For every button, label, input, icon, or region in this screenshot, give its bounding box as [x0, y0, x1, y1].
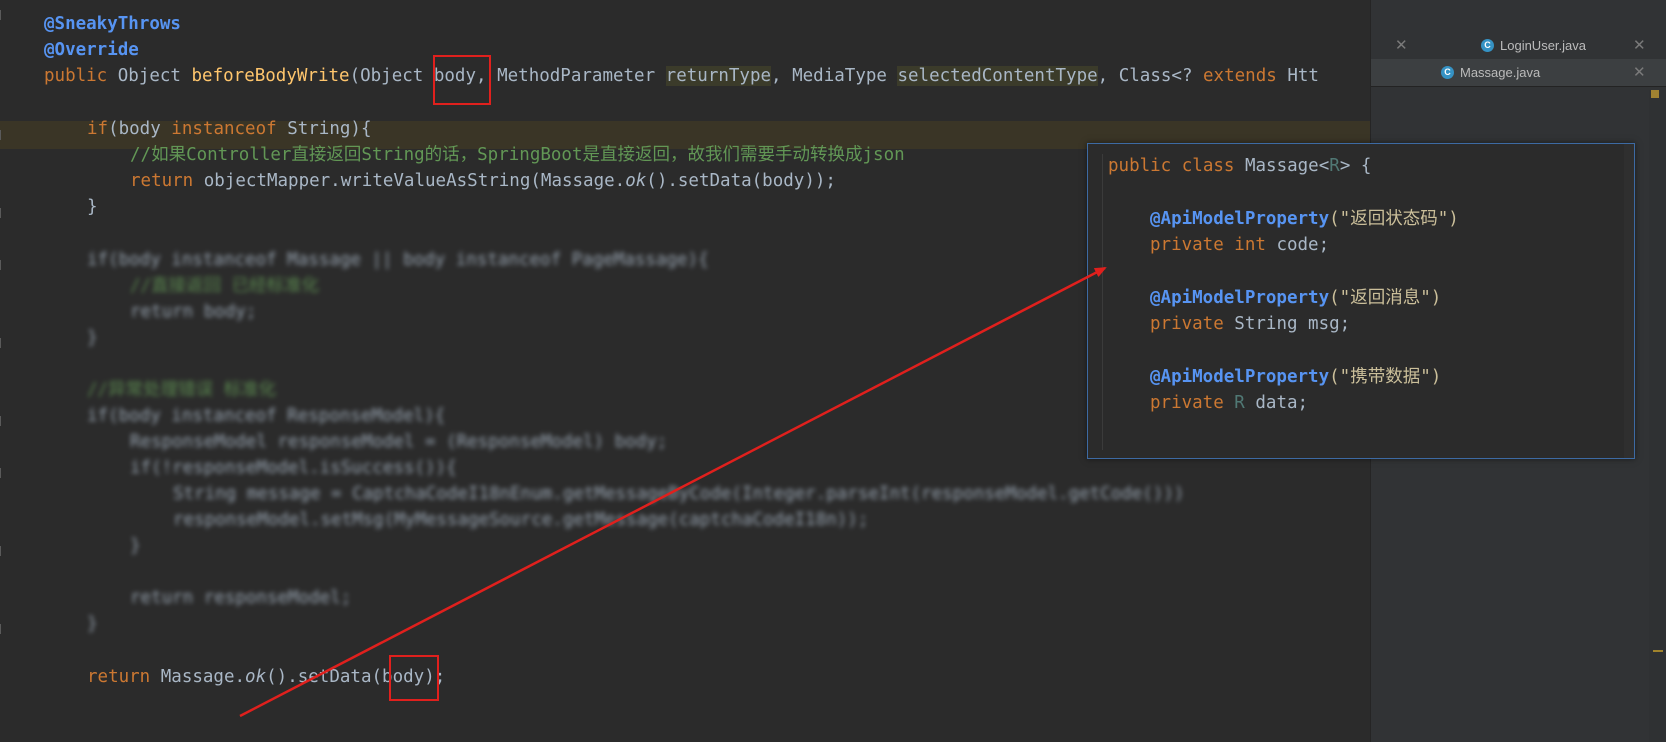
arrow-line	[239, 266, 1107, 718]
annotation-arrow	[239, 266, 1107, 718]
